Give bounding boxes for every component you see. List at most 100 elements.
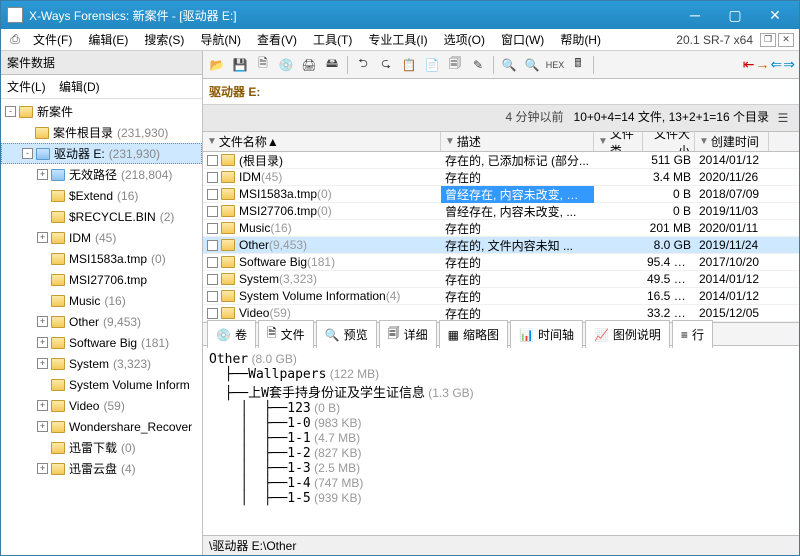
detail-tree[interactable]: Other (8.0 GB) ├──Wallpapers (122 MB) ├─… [203,346,799,535]
find-icon[interactable]: 🔍 [499,55,519,75]
tree-row[interactable]: -新案件 [1,101,202,122]
checkbox[interactable] [207,189,218,200]
detail-tab[interactable]: 📊时间轴 [510,320,583,348]
paste-icon[interactable]: 📄 [422,55,442,75]
filter-icon[interactable]: ▼ [445,136,455,147]
info-list-icon[interactable]: ☰ [773,108,793,128]
detail-tab[interactable]: 📈图例说明 [585,320,670,348]
doc-icon[interactable]: 🗐 [445,55,465,75]
menu-item[interactable]: 选项(O) [436,31,493,49]
case-edit-menu[interactable]: 编辑(D) [59,80,100,94]
expand-icon[interactable]: + [37,421,48,432]
expand-icon[interactable]: - [22,148,33,159]
disk-icon[interactable]: 💿 [276,55,296,75]
tree-row[interactable]: 案件根目录(231,930) [1,122,202,143]
menu-item[interactable]: 窗口(W) [493,31,552,49]
expand-icon[interactable]: + [37,316,48,327]
tree-row[interactable]: +无效路径(218,804) [1,164,202,185]
file-grid[interactable]: ▼文件名称▲ ▼描述 ▼文件类 文件大小 ▼创建时间 (根目录)存在的, 已添加… [203,132,799,322]
detail-tab[interactable]: 🔍预览 [316,320,377,348]
print-icon[interactable]: 🖨 [299,55,319,75]
table-row[interactable]: IDM (45)存在的3.4 MB2020/11/26 [203,169,799,186]
expand-icon[interactable] [37,274,48,285]
expand-icon[interactable]: + [37,400,48,411]
maximize-button[interactable]: ▢ [715,4,755,26]
tree-row[interactable]: $Extend(16) [1,185,202,206]
case-tree[interactable]: -新案件案件根目录(231,930)-驱动器 E:(231,930)+无效路径(… [1,99,202,555]
tree-row[interactable]: 迅雷下载(0) [1,437,202,458]
grid-header[interactable]: ▼文件名称▲ ▼描述 ▼文件类 文件大小 ▼创建时间 [203,132,799,152]
tree-row[interactable]: +IDM(45) [1,227,202,248]
tree-row[interactable]: +Software Big(181) [1,332,202,353]
expand-icon[interactable] [37,190,48,201]
detail-tab[interactable]: ≡行 [672,320,713,348]
menu-icon[interactable]: ⎙ [5,30,25,50]
checkbox[interactable] [207,291,218,302]
filter-icon[interactable]: ▼ [699,136,709,147]
expand-icon[interactable]: + [37,337,48,348]
expand-icon[interactable] [37,253,48,264]
expand-icon[interactable]: - [5,106,16,117]
detail-tab[interactable]: 💿卷 [207,320,256,348]
nav-last-icon[interactable]: ⇒ [783,56,795,73]
checkbox[interactable] [207,155,218,166]
table-row[interactable]: Software Big (181)存在的95.4 GB2017/10/20 [203,254,799,271]
col-name[interactable]: 文件名称▲ [219,133,279,150]
checkbox[interactable] [207,223,218,234]
tree-row[interactable]: +迅雷云盘(4) [1,458,202,479]
table-row[interactable]: MSI27706.tmp (0)曾经存在, 内容未改变, ...0 B2019/… [203,203,799,220]
checkbox[interactable] [207,206,218,217]
save-icon[interactable]: 💾 [230,55,250,75]
expand-icon[interactable]: + [37,463,48,474]
expand-icon[interactable]: + [37,232,48,243]
menu-item[interactable]: 专业工具(I) [360,31,435,49]
menu-item[interactable]: 导航(N) [192,31,249,49]
menu-item[interactable]: 帮助(H) [552,31,609,49]
mdi-restore-button[interactable]: ❐ [760,33,776,47]
expand-icon[interactable] [37,379,48,390]
calc-icon[interactable]: 🖩 [568,55,588,75]
mdi-close-button[interactable]: ✕ [778,33,794,47]
path-bar[interactable]: 驱动器 E: [203,79,799,105]
tree-row[interactable]: +Wondershare_Recover [1,416,202,437]
menu-item[interactable]: 编辑(E) [80,31,136,49]
filter-icon[interactable]: ▼ [207,136,217,147]
menu-item[interactable]: 搜索(S) [136,31,192,49]
copy-icon[interactable]: 📋 [399,55,419,75]
table-row[interactable]: (根目录)存在的, 已添加标记 (部分...511 GB2014/01/12 [203,152,799,169]
fwd-icon[interactable]: ⮎ [376,55,396,75]
tree-row[interactable]: $RECYCLE.BIN(2) [1,206,202,227]
expand-icon[interactable]: + [37,169,48,180]
table-row[interactable]: System (3,323)存在的49.5 GB2014/01/12 [203,271,799,288]
hex-icon[interactable]: HEX [545,55,565,75]
detail-tab[interactable]: ▦缩略图 [439,320,508,348]
case-file-menu[interactable]: 文件(L) [7,80,46,94]
checkbox[interactable] [207,274,218,285]
checkbox[interactable] [207,257,218,268]
back-icon[interactable]: ⮌ [353,55,373,75]
expand-icon[interactable] [37,295,48,306]
tree-row[interactable]: -驱动器 E:(231,930) [1,143,202,164]
tree-row[interactable]: +System(3,323) [1,353,202,374]
table-row[interactable]: Music (16)存在的201 MB2020/01/11 [203,220,799,237]
close-button[interactable]: ✕ [755,4,795,26]
nav-first-icon[interactable]: ⇤ [743,56,755,73]
open-icon[interactable]: 📂 [207,55,227,75]
menu-item[interactable]: 文件(F) [25,31,80,49]
col-type[interactable]: 文件类 [610,132,638,151]
detail-tab[interactable]: 🗐详细 [379,320,437,348]
prop-icon[interactable]: 🗎 [253,55,273,75]
tree-row[interactable]: Music(16) [1,290,202,311]
expand-icon[interactable] [21,127,32,138]
checkbox[interactable] [207,240,218,251]
find2-icon[interactable]: 🔍 [522,55,542,75]
expand-icon[interactable] [37,211,48,222]
col-size[interactable]: 文件大小 [647,132,690,151]
tree-row[interactable]: MSI27706.tmp [1,269,202,290]
menu-item[interactable]: 工具(T) [305,31,360,49]
expand-icon[interactable]: + [37,358,48,369]
table-row[interactable]: MSI1583a.tmp (0)曾经存在, 内容未改变, 已查看0 B2018/… [203,186,799,203]
checkbox[interactable] [207,172,218,183]
nav-prev-icon[interactable]: → [756,56,770,73]
tree-row[interactable]: System Volume Inform [1,374,202,395]
